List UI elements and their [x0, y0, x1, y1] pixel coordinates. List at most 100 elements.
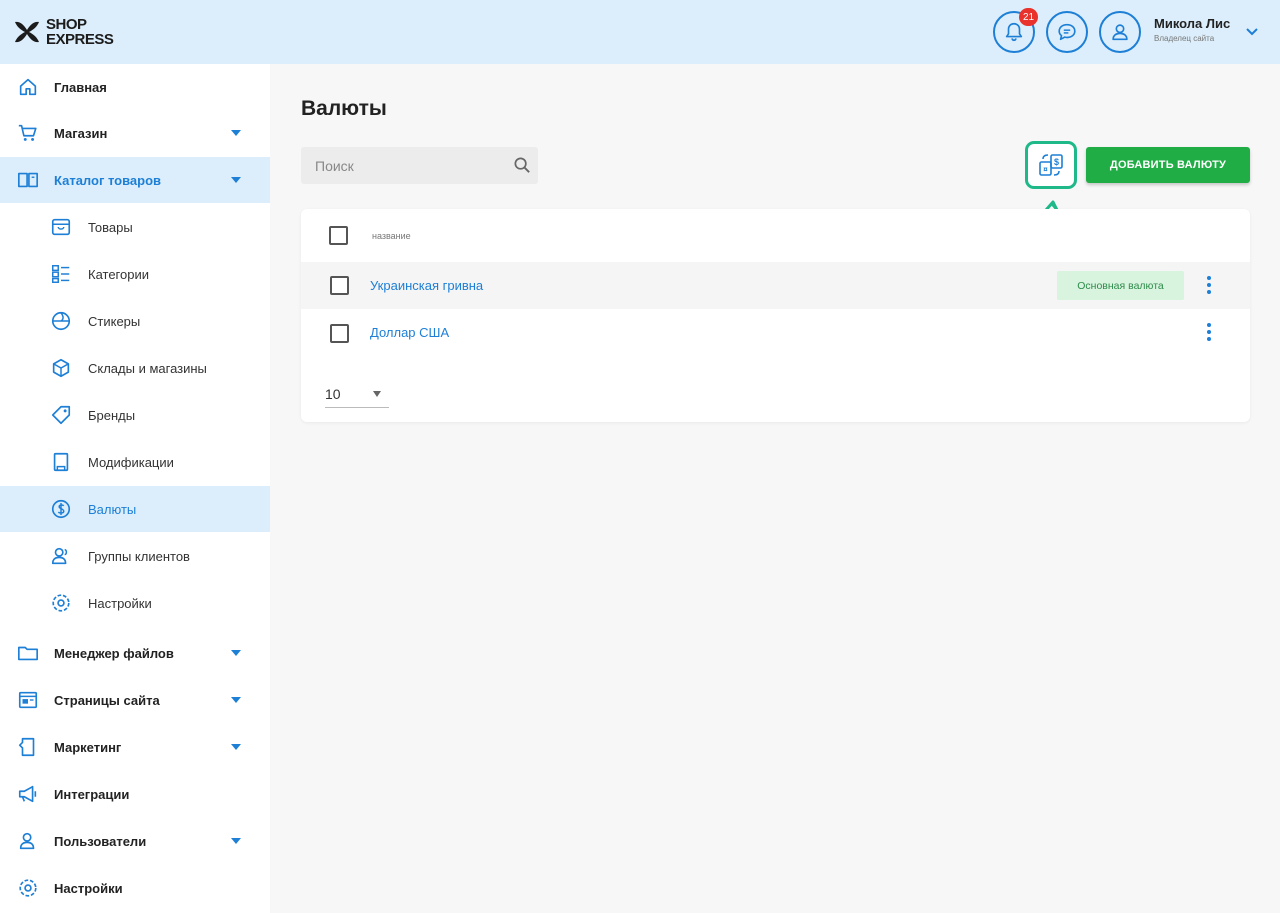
caret-down-icon — [373, 391, 381, 397]
sidebar-item-label: Склады и магазины — [88, 360, 207, 376]
more-vertical-icon[interactable] — [1204, 275, 1214, 295]
sidebar-item-file-manager[interactable]: Менеджер файлов — [0, 630, 270, 676]
user-role: Владелец сайта — [1154, 34, 1215, 43]
currency-rates-button[interactable]: $ ¤ — [1025, 141, 1077, 189]
svg-text:$: $ — [1054, 157, 1059, 167]
row-checkbox[interactable] — [330, 276, 349, 295]
sidebar-item-label: Пользователи — [54, 833, 147, 849]
currency-name-link[interactable]: Украинская гривна — [370, 278, 483, 293]
sidebar-item-home[interactable]: Главная — [0, 64, 270, 110]
logo-icon — [15, 21, 39, 43]
top-header: SHOP EXPRESS 21 Микола Лис Владелец сайт… — [0, 0, 1280, 64]
sticker-icon — [49, 309, 73, 333]
caret-down-icon[interactable] — [230, 129, 242, 137]
page-icon — [16, 688, 40, 712]
sidebar-item-label: Бренды — [88, 407, 136, 423]
profile-button[interactable] — [1099, 11, 1141, 53]
add-currency-button[interactable]: ДОБАВИТЬ ВАЛЮТУ — [1086, 147, 1250, 183]
sidebar-item-label: Каталог товаров — [54, 172, 162, 188]
currency-exchange-icon: $ ¤ — [1039, 154, 1063, 176]
sidebar-item-label: Товары — [88, 219, 133, 235]
megaphone-icon — [16, 782, 40, 806]
more-vertical-icon[interactable] — [1204, 322, 1214, 342]
sidebar-item-label: Группы клиентов — [88, 548, 190, 564]
caret-down-icon[interactable] — [230, 743, 242, 751]
notifications-badge: 21 — [1019, 8, 1039, 26]
currencies-table: название Украинская гривна Основная валю… — [301, 209, 1250, 422]
caret-down-icon[interactable] — [230, 837, 242, 845]
bell-icon — [1005, 22, 1023, 42]
bookmark-icon — [49, 450, 73, 474]
sidebar-item-stickers[interactable]: Стикеры — [0, 298, 270, 344]
folder-icon — [16, 641, 40, 665]
sidebar-item-warehouses[interactable]: Склады и магазины — [0, 345, 270, 391]
sidebar-item-users[interactable]: Пользователи — [0, 818, 270, 864]
sidebar-item-categories[interactable]: Категории — [0, 251, 270, 297]
caret-down-icon[interactable] — [230, 649, 242, 657]
search-icon[interactable] — [513, 156, 532, 175]
sidebar-item-integrations[interactable]: Интеграции — [0, 771, 270, 817]
cart-icon — [16, 121, 40, 145]
shop-express-logo[interactable]: SHOP EXPRESS — [12, 14, 122, 50]
sidebar-item-shop[interactable]: Магазин — [0, 110, 270, 156]
rows-per-page-select[interactable]: 10 — [325, 386, 389, 408]
sidebar-item-label: Модификации — [88, 454, 174, 470]
table-row[interactable]: Украинская гривна Основная валюта — [301, 262, 1250, 309]
list-icon — [49, 262, 73, 286]
select-all-checkbox[interactable] — [329, 226, 348, 245]
cube-icon — [49, 356, 73, 380]
sidebar-item-settings[interactable]: Настройки — [0, 865, 270, 911]
book-icon — [16, 168, 40, 192]
messages-button[interactable] — [1046, 11, 1088, 53]
table-row[interactable]: Доллар США — [301, 309, 1250, 356]
sidebar-item-marketing[interactable]: Маркетинг — [0, 724, 270, 770]
sidebar-item-label: Магазин — [54, 125, 108, 141]
logo-line2: EXPRESS — [46, 31, 114, 48]
sidebar: Главная Магазин Каталог товаров Товары К… — [0, 64, 270, 913]
sidebar-item-label: Настройки — [88, 595, 152, 611]
page-title: Валюты — [301, 97, 387, 120]
user-icon — [1112, 24, 1128, 41]
gear-icon — [49, 591, 73, 615]
marketing-icon — [16, 735, 40, 759]
users-icon — [49, 544, 73, 568]
row-checkbox[interactable] — [330, 324, 349, 343]
box-icon — [49, 215, 73, 239]
sidebar-item-currencies[interactable]: Валюты — [0, 486, 270, 532]
sidebar-item-products[interactable]: Товары — [0, 204, 270, 250]
logo-text: SHOP EXPRESS — [46, 16, 114, 48]
sidebar-item-label: Настройки — [54, 880, 123, 896]
sidebar-item-customer-groups[interactable]: Группы клиентов — [0, 533, 270, 579]
svg-text:¤: ¤ — [1043, 165, 1048, 174]
user-name[interactable]: Микола Лис — [1154, 16, 1230, 31]
sidebar-item-label: Страницы сайта — [54, 692, 160, 708]
search-box — [301, 147, 538, 184]
sidebar-item-catalog[interactable]: Каталог товаров — [0, 157, 270, 203]
sidebar-item-site-pages[interactable]: Страницы сайта — [0, 677, 270, 723]
sidebar-item-modifications[interactable]: Модификации — [0, 439, 270, 485]
sidebar-item-brands[interactable]: Бренды — [0, 392, 270, 438]
chat-icon — [1058, 23, 1076, 41]
logo-line1: SHOP — [46, 16, 87, 33]
sidebar-item-label: Маркетинг — [54, 739, 122, 755]
status-badge: Основная валюта — [1057, 271, 1184, 300]
caret-down-icon[interactable] — [230, 696, 242, 704]
sidebar-item-label: Стикеры — [88, 313, 141, 329]
dollar-icon — [49, 497, 73, 521]
sidebar-item-label: Менеджер файлов — [54, 645, 174, 661]
home-icon — [16, 75, 40, 99]
column-header-name[interactable]: название — [372, 231, 411, 241]
tag-icon — [49, 403, 73, 427]
currency-name-link[interactable]: Доллар США — [370, 325, 449, 340]
user-icon — [16, 829, 40, 853]
caret-down-icon[interactable] — [230, 176, 242, 184]
sidebar-item-label: Валюты — [88, 501, 137, 517]
rows-per-page-value: 10 — [325, 386, 341, 402]
sidebar-item-label: Интеграции — [54, 786, 130, 802]
sidebar-item-label: Главная — [54, 79, 107, 95]
gear-icon — [16, 876, 40, 900]
sidebar-item-catalog-settings[interactable]: Настройки — [0, 580, 270, 626]
search-input[interactable] — [301, 147, 538, 184]
sidebar-item-label: Категории — [88, 266, 149, 282]
chevron-down-icon[interactable] — [1245, 26, 1259, 38]
